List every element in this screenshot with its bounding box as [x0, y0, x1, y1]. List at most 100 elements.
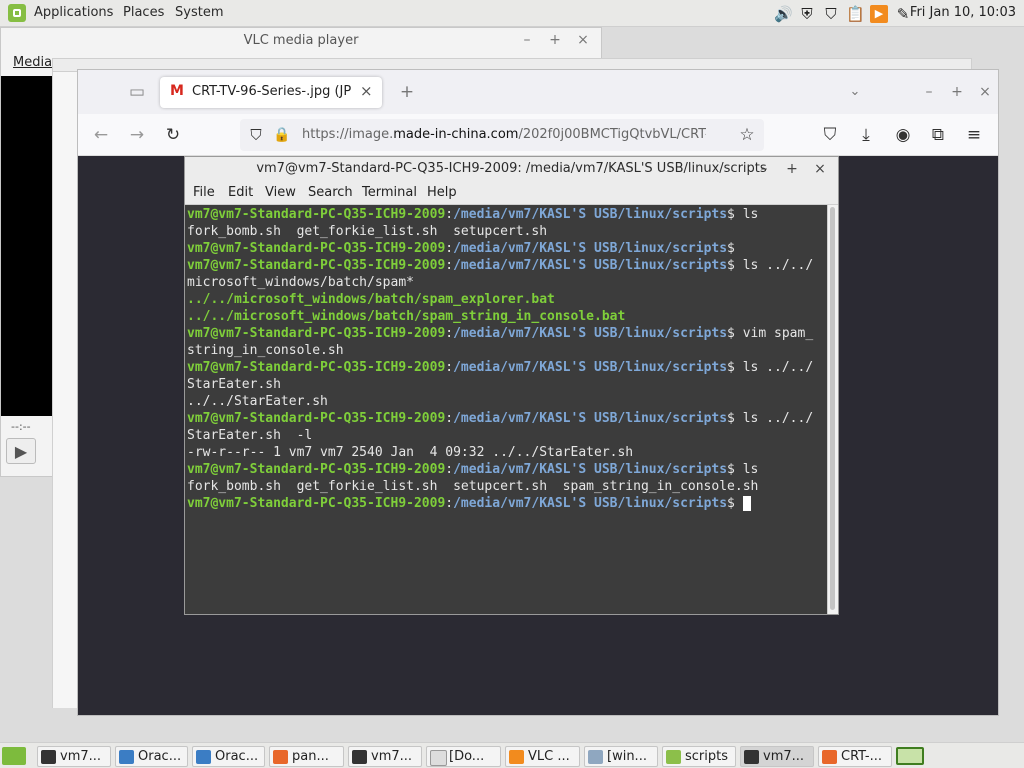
- task-firefox-1[interactable]: pan...: [269, 746, 344, 767]
- url-text[interactable]: https://image.made-in-china.com/202f0j00…: [302, 127, 706, 142]
- prompt-path: /media/vm7/KASL'S USB/linux/scripts: [453, 326, 728, 341]
- text-cursor: [742, 496, 751, 511]
- back-icon[interactable]: ←: [90, 124, 112, 146]
- task-vlc[interactable]: VLC ...: [505, 746, 580, 767]
- reload-icon[interactable]: ↻: [162, 124, 184, 146]
- task-scripts-folder[interactable]: scripts: [662, 746, 736, 767]
- lock-icon[interactable]: 🔒: [271, 124, 293, 146]
- task-firefox-crt[interactable]: CRT-...: [818, 746, 892, 767]
- menu-file[interactable]: File: [193, 185, 215, 200]
- task-oracle-1[interactable]: Orac...: [115, 746, 188, 767]
- task-label: VLC ...: [528, 749, 570, 764]
- forward-icon[interactable]: →: [126, 124, 148, 146]
- terminal-output[interactable]: vm7@vm7-Standard-PC-Q35-ICH9-2009:/media…: [185, 205, 827, 614]
- account-icon[interactable]: ◉: [892, 124, 914, 146]
- minimize-icon[interactable]: –: [756, 161, 772, 177]
- task-terminal-2[interactable]: vm7...: [348, 746, 422, 767]
- tab-close-icon[interactable]: ×: [360, 82, 373, 100]
- task-windows[interactable]: [win...: [584, 746, 658, 767]
- minimize-icon[interactable]: –: [921, 84, 937, 100]
- show-desktop-icon[interactable]: [2, 747, 26, 765]
- command-line-wrap: string_in_console.sh: [187, 343, 344, 358]
- task-label: vm7...: [60, 749, 102, 764]
- prompt-colon: :: [445, 326, 454, 341]
- prompt-user: vm7@vm7-Standard-PC-Q35-ICH9-2009: [187, 496, 446, 511]
- task-terminal-active[interactable]: vm7...: [740, 746, 814, 767]
- mint-menu-icon[interactable]: [8, 4, 26, 22]
- prompt-end: $: [727, 496, 735, 511]
- menu-search[interactable]: Search: [308, 185, 353, 200]
- task-label: vm7...: [763, 749, 805, 764]
- clock[interactable]: Fri Jan 10, 10:03: [910, 5, 1016, 20]
- background-window-edge: [52, 72, 78, 708]
- prompt-colon: :: [445, 241, 454, 256]
- vlc-video-area: [1, 76, 53, 416]
- scrollbar-thumb[interactable]: [830, 207, 835, 610]
- menu-terminal[interactable]: Terminal: [362, 185, 417, 200]
- maximize-icon[interactable]: +: [784, 161, 800, 177]
- prompt-path: /media/vm7/KASL'S USB/linux/scripts: [453, 360, 728, 375]
- download-icon[interactable]: ⤓: [855, 124, 877, 146]
- prompt-end: $: [727, 462, 735, 477]
- prompt-end: $: [727, 360, 735, 375]
- command-line: ls ../../: [734, 360, 814, 375]
- vlc-icon: [509, 750, 524, 764]
- close-icon[interactable]: ×: [575, 32, 591, 48]
- play-button[interactable]: ▶: [6, 438, 36, 464]
- prompt-colon: :: [445, 496, 454, 511]
- site-favicon-icon: M: [170, 83, 184, 99]
- prompt-path: /media/vm7/KASL'S USB/linux/scripts: [453, 258, 728, 273]
- pocket-icon[interactable]: ⛉: [819, 124, 841, 146]
- prompt-user: vm7@vm7-Standard-PC-Q35-ICH9-2009: [187, 241, 446, 256]
- maximize-icon[interactable]: +: [547, 32, 563, 48]
- task-terminal-1[interactable]: vm7...: [37, 746, 111, 767]
- menu-places[interactable]: Places: [123, 5, 164, 20]
- minimize-icon[interactable]: –: [519, 32, 535, 48]
- prompt-colon: :: [445, 411, 454, 426]
- close-icon[interactable]: ×: [812, 161, 828, 177]
- task-document[interactable]: [Do...: [426, 746, 501, 767]
- maximize-icon[interactable]: +: [949, 84, 965, 100]
- prompt-user: vm7@vm7-Standard-PC-Q35-ICH9-2009: [187, 258, 446, 273]
- security-icon[interactable]: ⛉: [822, 5, 840, 23]
- terminal-icon: [352, 750, 367, 764]
- url-bar[interactable]: ⛉ 🔒 https://image.made-in-china.com/202f…: [240, 119, 764, 151]
- tab-image[interactable]: M CRT-TV-96-Series-.jpg (JPEG ×: [160, 77, 382, 108]
- firefox-tab-bar: ▭ M CRT-TV-96-Series-.jpg (JPEG × + ⌄ – …: [78, 70, 998, 114]
- close-icon[interactable]: ×: [977, 84, 993, 100]
- menu-system[interactable]: System: [175, 5, 223, 20]
- clipboard-icon[interactable]: 📋: [846, 5, 865, 23]
- chevron-down-icon[interactable]: ⌄: [844, 81, 866, 103]
- command-line: ls: [734, 207, 759, 222]
- vlc-title: VLC media player: [243, 33, 359, 48]
- extensions-icon[interactable]: ⧉: [927, 124, 949, 146]
- prompt-path: /media/vm7/KASL'S USB/linux/scripts: [453, 241, 728, 256]
- vlc-menu-media[interactable]: Media: [13, 55, 52, 70]
- terminal-scrollbar[interactable]: [827, 205, 838, 614]
- shield-icon[interactable]: ⛨: [798, 5, 816, 23]
- task-oracle-2[interactable]: Orac...: [192, 746, 265, 767]
- prompt-colon: :: [445, 462, 454, 477]
- volume-icon[interactable]: 🔊: [774, 5, 793, 23]
- menu-icon[interactable]: ≡: [963, 124, 985, 146]
- tab-list-icon[interactable]: ▭: [126, 81, 148, 103]
- menu-applications[interactable]: Applications: [34, 5, 113, 20]
- taskbar: vm7... Orac... Orac... pan... vm7... [Do…: [0, 742, 1024, 768]
- terminal-icon: [41, 750, 56, 764]
- prompt-user: vm7@vm7-Standard-PC-Q35-ICH9-2009: [187, 207, 446, 222]
- task-label: vm7...: [371, 749, 413, 764]
- task-label: pan...: [292, 749, 329, 764]
- bookmark-star-icon[interactable]: ☆: [736, 124, 758, 146]
- virtualbox-icon: [196, 750, 211, 764]
- menu-edit[interactable]: Edit: [228, 185, 253, 200]
- shield-icon[interactable]: ⛉: [245, 124, 267, 146]
- vlc-icon[interactable]: ▶: [870, 4, 888, 23]
- workspace-switcher-icon[interactable]: [896, 747, 924, 765]
- menu-help[interactable]: Help: [427, 185, 457, 200]
- prompt-colon: :: [445, 258, 454, 273]
- prompt-end: $: [727, 207, 735, 222]
- document-icon: [430, 750, 447, 766]
- new-tab-icon[interactable]: +: [396, 81, 418, 103]
- output-line: -rw-r--r-- 1 vm7 vm7 2540 Jan 4 09:32 ..…: [187, 445, 634, 460]
- menu-view[interactable]: View: [265, 185, 296, 200]
